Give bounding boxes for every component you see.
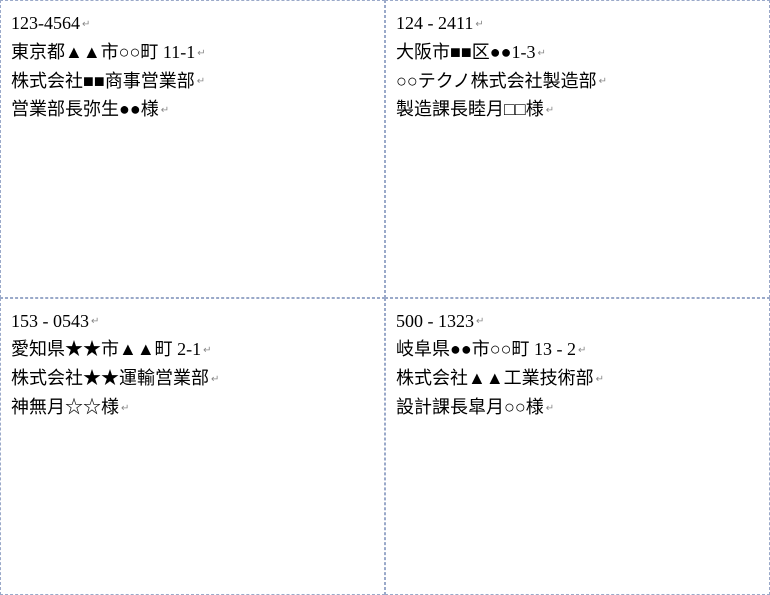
postal-code: 153 - 0543↵ — [11, 307, 374, 336]
recipient-line: 設計課長皐月○○様↵ — [396, 393, 759, 422]
company-line: ○○テクノ株式会社製造部↵ — [396, 67, 759, 96]
label-cell: 153 - 0543↵ 愛知県★★市▲▲町 2-1↵ 株式会社★★運輸営業部↵ … — [0, 298, 385, 595]
paragraph-mark-icon: ↵ — [546, 105, 554, 116]
label-sheet: 123-4564↵ 東京都▲▲市○○町 11-1↵ 株式会社■■商事営業部↵ 営… — [0, 0, 770, 595]
postal-code: 123-4564↵ — [11, 9, 374, 38]
recipient-line: 製造課長睦月□□様↵ — [396, 95, 759, 124]
paragraph-mark-icon: ↵ — [476, 316, 484, 327]
label-cell: 124 - 2411↵ 大阪市■■区●●1-3↵ ○○テクノ株式会社製造部↵ 製… — [385, 0, 770, 298]
paragraph-mark-icon: ↵ — [203, 345, 211, 356]
paragraph-mark-icon: ↵ — [211, 374, 219, 385]
postal-code: 500 - 1323↵ — [396, 307, 759, 336]
address-line: 愛知県★★市▲▲町 2-1↵ — [11, 335, 374, 364]
paragraph-mark-icon: ↵ — [82, 19, 90, 30]
company-line: 株式会社▲▲工業技術部↵ — [396, 364, 759, 393]
company-line: 株式会社★★運輸営業部↵ — [11, 364, 374, 393]
paragraph-mark-icon: ↵ — [91, 316, 99, 327]
address-line: 大阪市■■区●●1-3↵ — [396, 38, 759, 67]
postal-code: 124 - 2411↵ — [396, 9, 759, 38]
company-line: 株式会社■■商事営業部↵ — [11, 67, 374, 96]
paragraph-mark-icon: ↵ — [475, 19, 483, 30]
paragraph-mark-icon: ↵ — [197, 76, 205, 87]
label-cell: 500 - 1323↵ 岐阜県●●市○○町 13 - 2↵ 株式会社▲▲工業技術… — [385, 298, 770, 595]
label-cell: 123-4564↵ 東京都▲▲市○○町 11-1↵ 株式会社■■商事営業部↵ 営… — [0, 0, 385, 298]
address-line: 東京都▲▲市○○町 11-1↵ — [11, 38, 374, 67]
paragraph-mark-icon: ↵ — [121, 403, 129, 414]
recipient-line: 神無月☆☆様↵ — [11, 393, 374, 422]
paragraph-mark-icon: ↵ — [596, 374, 604, 385]
address-line: 岐阜県●●市○○町 13 - 2↵ — [396, 335, 759, 364]
paragraph-mark-icon: ↵ — [537, 48, 545, 59]
paragraph-mark-icon: ↵ — [161, 105, 169, 116]
paragraph-mark-icon: ↵ — [197, 48, 205, 59]
recipient-line: 営業部長弥生●●様↵ — [11, 95, 374, 124]
paragraph-mark-icon: ↵ — [546, 403, 554, 414]
paragraph-mark-icon: ↵ — [599, 76, 607, 87]
paragraph-mark-icon: ↵ — [578, 345, 586, 356]
